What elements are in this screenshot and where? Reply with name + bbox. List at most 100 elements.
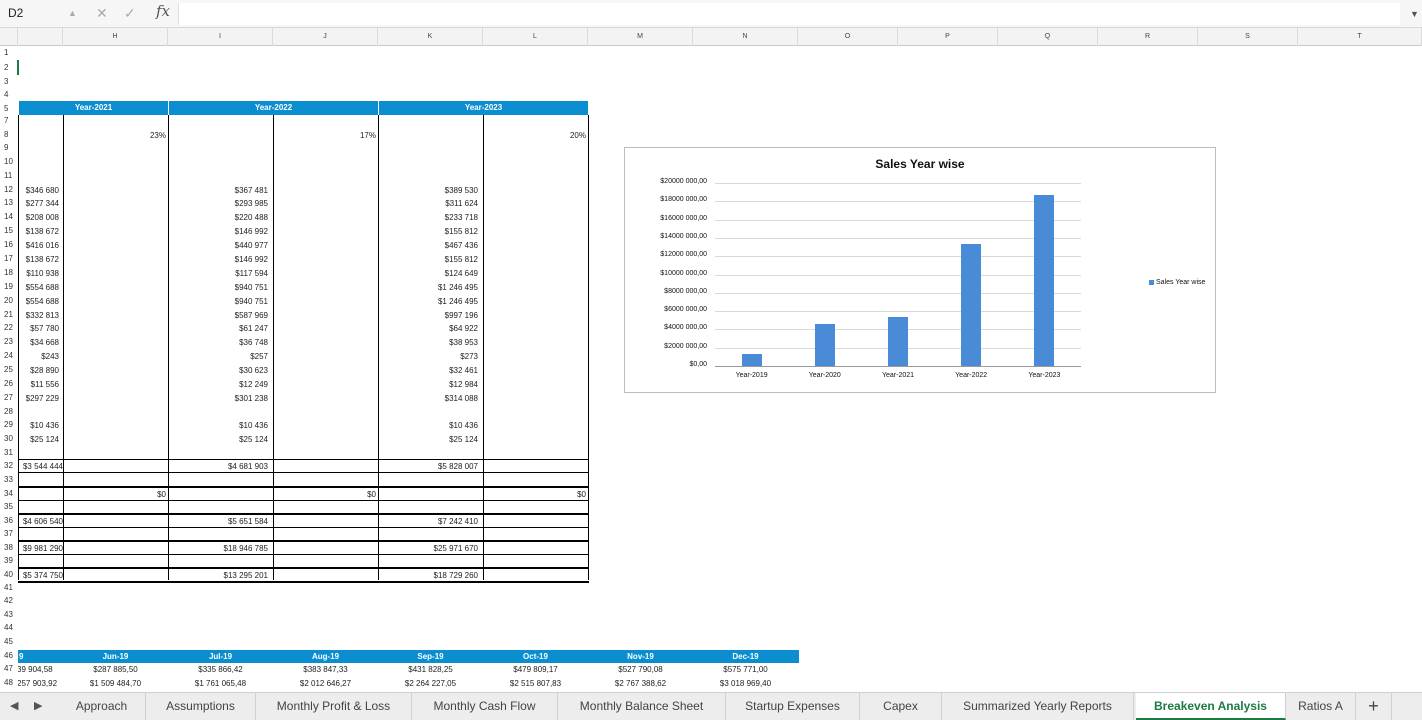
monthly-value[interactable]: $1 761 065,48 bbox=[168, 678, 273, 689]
row-header[interactable]: 45 bbox=[0, 637, 18, 646]
tab-summarized-yearly-reports[interactable]: Summarized Yearly Reports bbox=[942, 693, 1134, 720]
year-2022-value[interactable]: $440 977 bbox=[169, 240, 268, 251]
year-2021-value[interactable]: $554 688 bbox=[19, 296, 59, 307]
column-header-i[interactable]: I bbox=[168, 28, 273, 46]
total-value[interactable]: $18 729 260 bbox=[379, 570, 479, 581]
monthly-value[interactable]: $527 790,08 bbox=[588, 664, 693, 675]
chart-bar[interactable] bbox=[961, 244, 982, 366]
year-2022-value[interactable]: $25 124 bbox=[169, 434, 268, 445]
chart-bar[interactable] bbox=[741, 354, 762, 366]
year-2023-value[interactable]: $32 461 bbox=[379, 365, 478, 376]
column-header-o[interactable]: O bbox=[798, 28, 898, 46]
row-header[interactable]: 19 bbox=[0, 282, 18, 291]
year-2023-value[interactable]: $25 124 bbox=[379, 434, 478, 445]
year-2023-value[interactable]: $273 bbox=[379, 351, 478, 362]
year-2022-value[interactable]: $30 623 bbox=[169, 365, 268, 376]
tab-startup-expenses[interactable]: Startup Expenses bbox=[726, 693, 860, 720]
total-value[interactable]: $4 606 540 bbox=[19, 516, 63, 527]
year-2022-value[interactable]: $293 985 bbox=[169, 198, 268, 209]
cancel-icon[interactable]: ✕ bbox=[96, 3, 108, 23]
year-2021-value[interactable]: $138 672 bbox=[19, 254, 59, 265]
column-header-k[interactable]: K bbox=[378, 28, 483, 46]
total-value[interactable]: $7 242 410 bbox=[379, 516, 478, 527]
year-2023-value[interactable]: $10 436 bbox=[379, 420, 478, 431]
monthly-value[interactable]: $1 509 484,70 bbox=[63, 678, 168, 689]
row-header[interactable]: 39 bbox=[0, 556, 18, 565]
formula-input[interactable] bbox=[178, 3, 1400, 25]
function-icon[interactable]: fx bbox=[156, 2, 170, 20]
year-2022-value[interactable]: $367 481 bbox=[169, 185, 268, 196]
year-2022-value[interactable]: $940 751 bbox=[169, 296, 268, 307]
year-2023-value[interactable]: $38 953 bbox=[379, 337, 478, 348]
year-2022-value[interactable]: $117 594 bbox=[169, 268, 268, 279]
row-header[interactable]: 16 bbox=[0, 240, 18, 249]
year-2023-value[interactable]: $997 196 bbox=[379, 310, 478, 321]
year-2022-value[interactable]: $257 bbox=[169, 351, 268, 362]
chart-bar[interactable] bbox=[1034, 194, 1055, 366]
monthly-value[interactable]: $2 264 227,05 bbox=[378, 678, 483, 689]
total-value[interactable]: $0 bbox=[274, 489, 376, 500]
tab-approach[interactable]: Approach bbox=[58, 693, 146, 720]
enter-check-icon[interactable]: ✓ bbox=[124, 3, 136, 23]
row-header[interactable]: 44 bbox=[0, 623, 18, 632]
sales-chart[interactable]: Sales Year wise $20000 000,00 $18000 000,… bbox=[624, 147, 1216, 393]
year-2023-value[interactable]: $314 088 bbox=[379, 393, 478, 404]
row-header[interactable]: 2 bbox=[0, 63, 18, 72]
year-2021-value[interactable]: $346 680 bbox=[19, 185, 59, 196]
row-header[interactable]: 28 bbox=[0, 407, 18, 416]
row-header[interactable]: 13 bbox=[0, 198, 18, 207]
row-header[interactable]: 37 bbox=[0, 529, 18, 538]
row-header[interactable]: 42 bbox=[0, 596, 18, 605]
year-2022-value[interactable]: $146 992 bbox=[169, 226, 268, 237]
monthly-value[interactable]: $287 885,50 bbox=[63, 664, 168, 675]
year-2021-value[interactable]: $10 436 bbox=[19, 420, 59, 431]
row-header[interactable]: 29 bbox=[0, 420, 18, 429]
row-header[interactable]: 26 bbox=[0, 379, 18, 388]
row-header[interactable]: 36 bbox=[0, 516, 18, 525]
column-header-q[interactable]: Q bbox=[998, 28, 1098, 46]
year-2023-value[interactable]: $1 246 495 bbox=[379, 282, 478, 293]
row-header[interactable]: 3 bbox=[0, 77, 18, 86]
row-header[interactable]: 33 bbox=[0, 475, 18, 484]
year-2021-value[interactable]: $208 008 bbox=[19, 212, 59, 223]
row-header[interactable]: 41 bbox=[0, 583, 18, 592]
monthly-value[interactable]: $479 809,17 bbox=[483, 664, 588, 675]
tab-monthly-profit-loss[interactable]: Monthly Profit & Loss bbox=[256, 693, 412, 720]
name-box[interactable]: D2 bbox=[0, 2, 66, 24]
year-2023-value[interactable]: $467 436 bbox=[379, 240, 478, 251]
row-header[interactable]: 14 bbox=[0, 212, 18, 221]
total-value[interactable]: $5 828 007 bbox=[379, 461, 478, 472]
year-2022-value[interactable]: $10 436 bbox=[169, 420, 268, 431]
year-2023-value[interactable]: $155 812 bbox=[379, 226, 478, 237]
row-header[interactable]: 31 bbox=[0, 448, 18, 457]
growth-cell[interactable]: 17% bbox=[274, 130, 376, 141]
column-header-l[interactable]: L bbox=[483, 28, 588, 46]
growth-cell[interactable]: 23% bbox=[64, 130, 166, 141]
monthly-value[interactable]: $431 828,25 bbox=[378, 664, 483, 675]
growth-cell[interactable]: 20% bbox=[484, 130, 586, 141]
year-2023-value[interactable]: $311 624 bbox=[379, 198, 478, 209]
row-header[interactable]: 40 bbox=[0, 570, 18, 579]
row-header[interactable]: 5 bbox=[0, 104, 18, 113]
tab-monthly-balance-sheet[interactable]: Monthly Balance Sheet bbox=[558, 693, 726, 720]
row-header[interactable]: 47 bbox=[0, 664, 18, 673]
tab-monthly-cash-flow[interactable]: Monthly Cash Flow bbox=[412, 693, 558, 720]
row-header[interactable]: 18 bbox=[0, 268, 18, 277]
total-value[interactable]: $5 374 750 bbox=[19, 570, 63, 581]
row-header[interactable]: 21 bbox=[0, 310, 18, 319]
total-value[interactable]: $9 981 290 bbox=[19, 543, 63, 554]
year-2021-value[interactable]: $277 344 bbox=[19, 198, 59, 209]
year-2023-value[interactable]: $64 922 bbox=[379, 323, 478, 334]
row-header[interactable]: 17 bbox=[0, 254, 18, 263]
column-header-h[interactable]: H bbox=[63, 28, 168, 46]
row-header[interactable]: 7 bbox=[0, 116, 18, 125]
year-2021-value[interactable]: $243 bbox=[19, 351, 59, 362]
year-2021-value[interactable]: $34 668 bbox=[19, 337, 59, 348]
row-header[interactable]: 1 bbox=[0, 48, 18, 57]
total-value[interactable]: $5 651 584 bbox=[169, 516, 268, 527]
scroll-right-icon[interactable]: ▶ bbox=[34, 699, 42, 712]
row-header[interactable]: 12 bbox=[0, 185, 18, 194]
monthly-value[interactable]: $575 771,00 bbox=[693, 664, 798, 675]
year-2023-value[interactable]: $1 246 495 bbox=[379, 296, 478, 307]
year-2022-value[interactable]: $61 247 bbox=[169, 323, 268, 334]
